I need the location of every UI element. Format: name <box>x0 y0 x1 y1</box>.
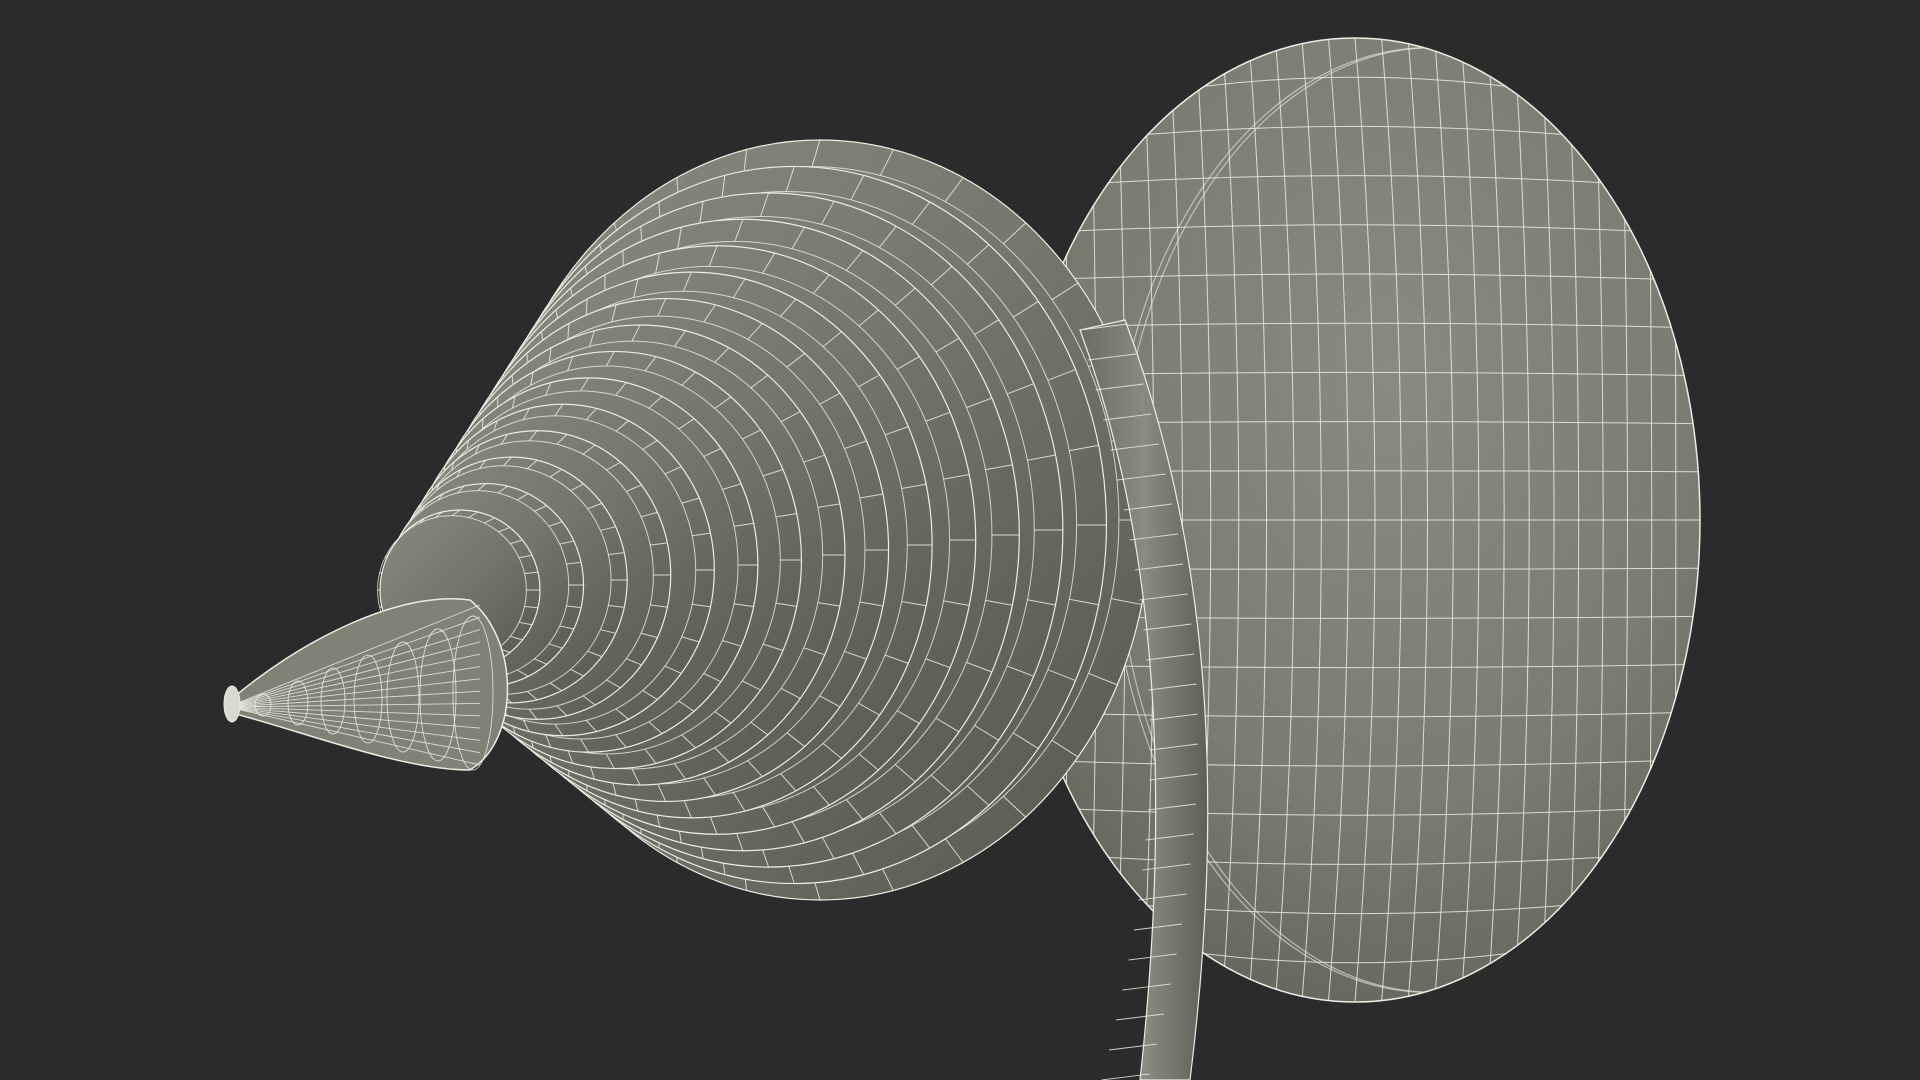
stepped-drill-rings <box>377 139 1151 901</box>
3d-viewport[interactable] <box>0 0 1920 1080</box>
drill-ring-segment-line <box>481 418 484 429</box>
drill-ring-segment-line <box>585 299 588 317</box>
wireframe-model-render <box>223 37 1701 1080</box>
drill-tip <box>223 598 509 771</box>
drill-tip-point <box>223 685 241 723</box>
